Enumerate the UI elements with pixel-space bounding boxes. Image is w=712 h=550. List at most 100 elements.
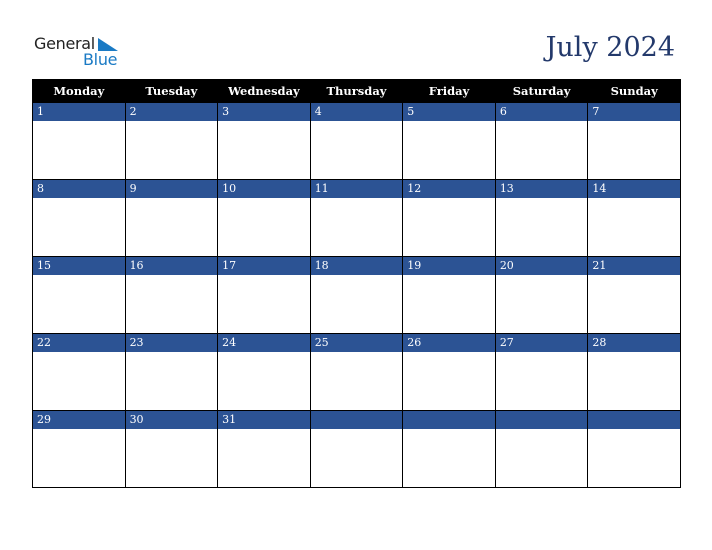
day-cell[interactable]: 27 <box>494 333 589 411</box>
day-notes-area[interactable] <box>218 352 310 410</box>
day-cell[interactable]: 21 <box>587 256 681 334</box>
day-notes-area[interactable] <box>496 352 588 410</box>
day-number: 16 <box>125 257 218 275</box>
day-number: 14 <box>588 180 680 198</box>
day-cell[interactable]: 2 <box>124 102 219 180</box>
day-number: 26 <box>403 334 495 352</box>
day-cell[interactable]: 11 <box>309 179 404 257</box>
day-notes-area[interactable] <box>311 121 403 179</box>
day-notes-area[interactable] <box>33 429 125 487</box>
day-cell[interactable] <box>309 410 404 488</box>
day-cell[interactable]: 14 <box>587 179 681 257</box>
day-cell[interactable]: 15 <box>32 256 126 334</box>
day-cell[interactable]: 25 <box>309 333 404 411</box>
day-number: 31 <box>218 411 310 429</box>
day-notes-area[interactable] <box>588 352 680 410</box>
week-row: 1234567 <box>32 102 681 180</box>
day-cell[interactable]: 13 <box>494 179 589 257</box>
weekday-header: Tuesday <box>124 79 219 103</box>
day-number: 13 <box>495 180 588 198</box>
calendar-grid: Monday Tuesday Wednesday Thursday Friday… <box>32 79 681 488</box>
weekday-header: Friday <box>402 79 496 103</box>
day-cell[interactable] <box>494 410 589 488</box>
logo-text-blue: Blue <box>83 50 118 69</box>
week-row: 22 23 24 25 26 27 28 <box>32 333 681 411</box>
day-number <box>495 411 588 429</box>
day-number: 22 <box>33 334 125 352</box>
weekday-header: Sunday <box>587 79 681 103</box>
day-cell[interactable]: 7 <box>587 102 681 180</box>
day-number: 15 <box>33 257 125 275</box>
day-number: 1 <box>33 103 125 121</box>
day-notes-area[interactable] <box>218 121 310 179</box>
day-cell[interactable]: 4 <box>309 102 404 180</box>
day-cell[interactable] <box>402 410 496 488</box>
week-row: 8 9 10 11 12 13 14 <box>32 179 681 257</box>
day-cell[interactable]: 23 <box>124 333 219 411</box>
day-cell[interactable]: 9 <box>124 179 219 257</box>
day-notes-area[interactable] <box>588 121 680 179</box>
day-cell[interactable]: 16 <box>124 256 219 334</box>
day-cell[interactable]: 26 <box>402 333 496 411</box>
day-number: 4 <box>310 103 403 121</box>
day-number: 17 <box>218 257 310 275</box>
day-notes-area[interactable] <box>218 429 310 487</box>
day-cell[interactable]: 24 <box>217 333 311 411</box>
day-notes-area[interactable] <box>126 429 218 487</box>
day-notes-area[interactable] <box>311 198 403 256</box>
day-notes-area[interactable] <box>33 198 125 256</box>
day-notes-area[interactable] <box>126 121 218 179</box>
day-cell[interactable]: 28 <box>587 333 681 411</box>
day-notes-area[interactable] <box>588 429 680 487</box>
day-cell[interactable]: 29 <box>32 410 126 488</box>
day-cell[interactable]: 5 <box>402 102 496 180</box>
day-notes-area[interactable] <box>218 275 310 333</box>
day-notes-area[interactable] <box>403 352 495 410</box>
weekday-header: Wednesday <box>217 79 311 103</box>
day-cell[interactable]: 17 <box>217 256 311 334</box>
day-cell[interactable]: 3 <box>217 102 311 180</box>
day-cell[interactable]: 12 <box>402 179 496 257</box>
day-notes-area[interactable] <box>403 275 495 333</box>
day-notes-area[interactable] <box>496 429 588 487</box>
day-number: 25 <box>310 334 403 352</box>
day-cell[interactable]: 31 <box>217 410 311 488</box>
day-notes-area[interactable] <box>126 198 218 256</box>
day-notes-area[interactable] <box>403 429 495 487</box>
day-notes-area[interactable] <box>311 275 403 333</box>
day-number: 12 <box>403 180 495 198</box>
day-cell[interactable]: 6 <box>494 102 589 180</box>
day-notes-area[interactable] <box>218 198 310 256</box>
day-notes-area[interactable] <box>496 121 588 179</box>
day-cell[interactable]: 8 <box>32 179 126 257</box>
day-cell[interactable]: 30 <box>124 410 219 488</box>
day-notes-area[interactable] <box>496 275 588 333</box>
day-number: 28 <box>588 334 680 352</box>
week-row: 15 16 17 18 19 20 21 <box>32 256 681 334</box>
day-notes-area[interactable] <box>311 352 403 410</box>
day-cell[interactable]: 18 <box>309 256 404 334</box>
day-cell[interactable]: 10 <box>217 179 311 257</box>
day-notes-area[interactable] <box>311 429 403 487</box>
weekday-header: Saturday <box>494 79 589 103</box>
day-cell[interactable]: 19 <box>402 256 496 334</box>
day-cell[interactable]: 20 <box>494 256 589 334</box>
day-notes-area[interactable] <box>126 352 218 410</box>
day-notes-area[interactable] <box>126 275 218 333</box>
day-notes-area[interactable] <box>588 198 680 256</box>
day-number: 3 <box>218 103 310 121</box>
day-notes-area[interactable] <box>588 275 680 333</box>
day-notes-area[interactable] <box>403 121 495 179</box>
weekday-header-row: Monday Tuesday Wednesday Thursday Friday… <box>32 79 681 103</box>
day-notes-area[interactable] <box>33 352 125 410</box>
day-notes-area[interactable] <box>33 275 125 333</box>
weekday-header: Thursday <box>309 79 404 103</box>
day-cell[interactable] <box>587 410 681 488</box>
day-notes-area[interactable] <box>403 198 495 256</box>
day-number <box>310 411 403 429</box>
day-cell[interactable]: 1 <box>32 102 126 180</box>
day-notes-area[interactable] <box>496 198 588 256</box>
day-cell[interactable]: 22 <box>32 333 126 411</box>
day-notes-area[interactable] <box>33 121 125 179</box>
day-number: 18 <box>310 257 403 275</box>
